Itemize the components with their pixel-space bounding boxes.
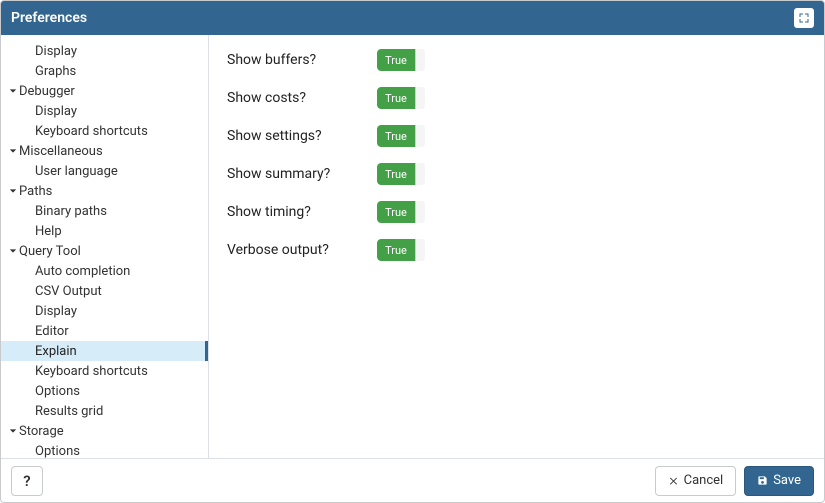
tree-item-label: Help (35, 224, 62, 239)
toggle-value: True (377, 87, 415, 109)
tree-item-label: Query Tool (19, 244, 81, 259)
tree-category[interactable]: Debugger (1, 81, 208, 101)
chevron-down-icon[interactable] (7, 247, 19, 255)
tree-item-label: Display (35, 304, 77, 319)
tree-item[interactable]: CSV Output (1, 281, 208, 301)
toggle-switch[interactable]: True (377, 201, 425, 223)
preferences-dialog: Preferences DisplayGraphsDebuggerDisplay… (0, 0, 825, 503)
tree-item[interactable]: Options (1, 441, 208, 458)
chevron-down-icon[interactable] (7, 87, 19, 95)
chevron-down-icon[interactable] (7, 187, 19, 195)
toggle-value: True (377, 239, 415, 261)
toggle-knob (415, 125, 425, 147)
tree-category[interactable]: Miscellaneous (1, 141, 208, 161)
cancel-button[interactable]: Cancel (655, 466, 737, 496)
toggle-value: True (377, 125, 415, 147)
setting-row: Show settings?True (227, 125, 806, 147)
setting-label: Show costs? (227, 90, 377, 106)
tree-item[interactable]: Display (1, 41, 208, 61)
titlebar: Preferences (1, 1, 824, 35)
tree-item-label: Display (35, 44, 77, 59)
dialog-title: Preferences (11, 10, 87, 26)
save-icon (757, 475, 768, 486)
toggle-knob (415, 163, 425, 185)
toggle-switch[interactable]: True (377, 49, 425, 71)
close-icon (668, 475, 679, 486)
tree-item[interactable]: Display (1, 101, 208, 121)
tree-category[interactable]: Query Tool (1, 241, 208, 261)
setting-row: Show costs?True (227, 87, 806, 109)
tree-item-label: Auto completion (35, 264, 130, 279)
setting-label: Verbose output? (227, 242, 377, 258)
tree-item[interactable]: Explain (1, 341, 208, 361)
save-button[interactable]: Save (744, 466, 814, 496)
tree-item-label: Results grid (35, 404, 103, 419)
save-label: Save (773, 473, 801, 488)
tree-item-label: Editor (35, 324, 69, 339)
setting-row: Verbose output?True (227, 239, 806, 261)
maximize-icon[interactable] (794, 8, 814, 28)
help-icon: ? (23, 472, 30, 490)
tree-item-label: Miscellaneous (19, 144, 103, 159)
tree-item-label: Keyboard shortcuts (35, 364, 148, 379)
tree-item-label: Storage (19, 424, 64, 439)
setting-label: Show settings? (227, 128, 377, 144)
tree-item[interactable]: Auto completion (1, 261, 208, 281)
toggle-value: True (377, 49, 415, 71)
toggle-switch[interactable]: True (377, 87, 425, 109)
tree-item-label: Graphs (35, 64, 76, 79)
tree-item[interactable]: Binary paths (1, 201, 208, 221)
toggle-knob (415, 49, 425, 71)
chevron-down-icon[interactable] (7, 427, 19, 435)
setting-label: Show buffers? (227, 52, 377, 68)
setting-row: Show timing?True (227, 201, 806, 223)
tree-item[interactable]: Keyboard shortcuts (1, 361, 208, 381)
tree-item-label: Binary paths (35, 204, 107, 219)
tree-item-label: Display (35, 104, 77, 119)
toggle-value: True (377, 163, 415, 185)
toggle-switch[interactable]: True (377, 239, 425, 261)
tree-category[interactable]: Storage (1, 421, 208, 441)
cancel-label: Cancel (684, 473, 724, 488)
tree-item[interactable]: Help (1, 221, 208, 241)
tree-item[interactable]: Options (1, 381, 208, 401)
tree-item-label: CSV Output (35, 284, 102, 299)
tree-item-label: Paths (19, 184, 52, 199)
tree-item-label: Keyboard shortcuts (35, 124, 148, 139)
tree-item[interactable]: Graphs (1, 61, 208, 81)
toggle-knob (415, 239, 425, 261)
tree-item-label: Debugger (19, 84, 75, 99)
tree-item[interactable]: Editor (1, 321, 208, 341)
dialog-body: Display Graphs Debugger Display Keyboard sho… (1, 35, 824, 458)
preferences-tree[interactable]: Display Graphs Debugger Display Keyboard sho… (1, 35, 209, 458)
help-button[interactable]: ? (11, 466, 43, 496)
dialog-footer: ? Cancel Save (1, 458, 824, 502)
setting-label: Show timing? (227, 204, 377, 220)
tree-item-label: Options (35, 384, 80, 399)
tree-item-label: Explain (35, 344, 77, 359)
toggle-switch[interactable]: True (377, 125, 425, 147)
setting-row: Show buffers?True (227, 49, 806, 71)
tree-category[interactable]: Paths (1, 181, 208, 201)
chevron-down-icon[interactable] (7, 147, 19, 155)
setting-label: Show summary? (227, 166, 377, 182)
tree-item[interactable]: User language (1, 161, 208, 181)
toggle-switch[interactable]: True (377, 163, 425, 185)
tree-item-label: Options (35, 444, 80, 459)
toggle-knob (415, 87, 425, 109)
tree-item-label: User language (35, 164, 118, 179)
tree-item[interactable]: Display (1, 301, 208, 321)
toggle-knob (415, 201, 425, 223)
tree-item[interactable]: Results grid (1, 401, 208, 421)
setting-row: Show summary?True (227, 163, 806, 185)
toggle-value: True (377, 201, 415, 223)
settings-panel: Show buffers?TrueShow costs?TrueShow set… (209, 35, 824, 458)
tree-item[interactable]: Keyboard shortcuts (1, 121, 208, 141)
